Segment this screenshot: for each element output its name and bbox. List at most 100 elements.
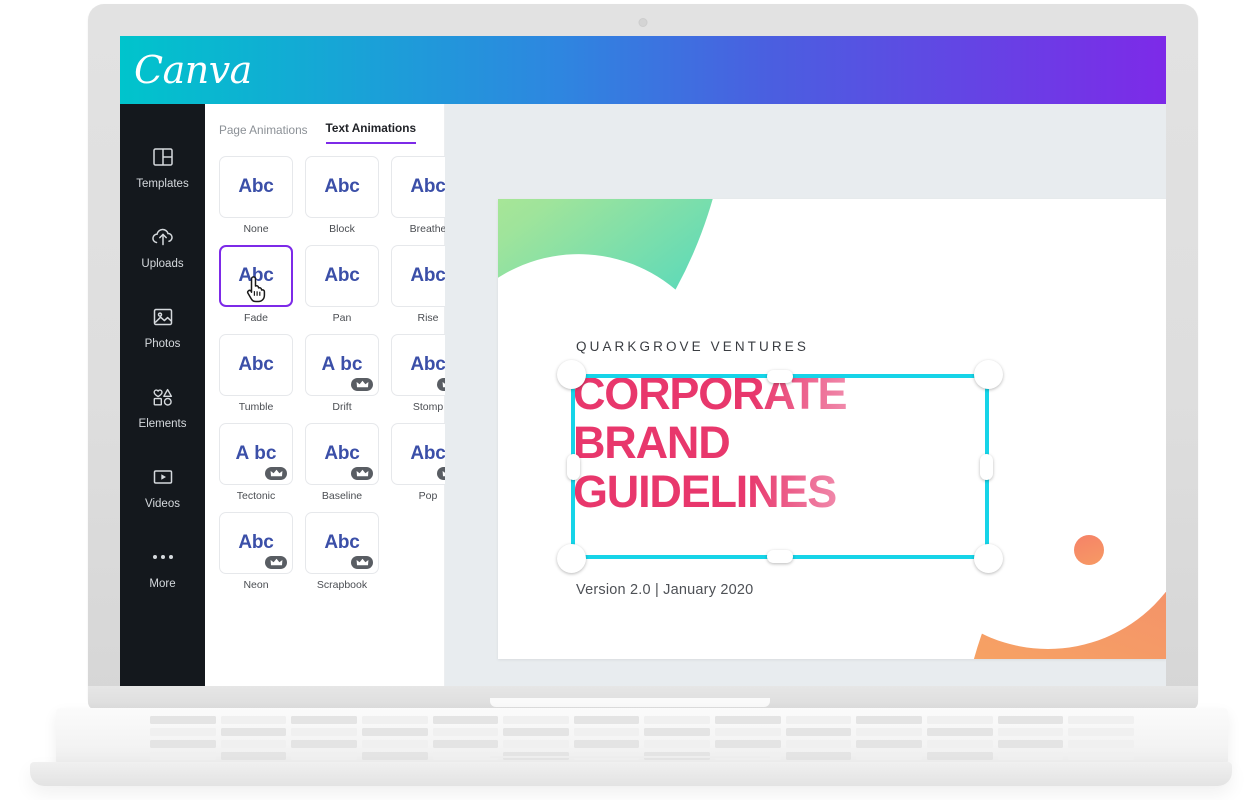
animation-option-pan[interactable]: Abc Pan [305, 245, 379, 324]
animation-preview-text: Abc [410, 265, 446, 286]
resize-handle-top-center[interactable] [767, 370, 793, 383]
sidebar-item-elements[interactable]: Elements [120, 366, 205, 446]
animation-tile[interactable]: Abc [219, 156, 293, 218]
animation-preview-text: Abc [410, 443, 446, 464]
animation-label: Block [329, 223, 355, 235]
sidebar-item-videos[interactable]: Videos [120, 446, 205, 526]
animations-panel: Page Animations Text Animations Abc None… [205, 104, 465, 686]
animation-preview-text: Abc [235, 443, 277, 464]
animation-option-fade[interactable]: Abc Fade [219, 245, 293, 324]
crown-icon [356, 380, 368, 388]
animation-option-block[interactable]: Abc Block [305, 156, 379, 235]
animation-tile[interactable]: Abc [305, 334, 379, 396]
animation-label: Fade [244, 312, 268, 324]
animation-label: Tumble [238, 401, 274, 413]
animation-preview-text: Abc [410, 176, 446, 197]
pro-badge [351, 556, 373, 569]
animation-tile[interactable]: Abc [219, 512, 293, 574]
sidebar-label: Elements [138, 418, 187, 430]
left-sidebar: Templates Uploads Photos Elements Videos… [120, 104, 205, 686]
resize-handle-middle-left[interactable] [567, 453, 580, 480]
animation-option-neon[interactable]: Abc Neon [219, 512, 293, 591]
upload-cloud-icon [150, 222, 176, 252]
video-play-icon [150, 462, 176, 492]
slide-eyebrow-text[interactable]: QUARKGROVE VENTURES [576, 339, 809, 354]
sidebar-item-more[interactable]: More [120, 526, 205, 606]
animation-preview-text: Abc [238, 532, 274, 553]
pro-badge [351, 467, 373, 480]
animation-option-none[interactable]: Abc None [219, 156, 293, 235]
crown-icon [270, 469, 282, 477]
pro-badge [265, 556, 287, 569]
animation-option-tumble[interactable]: Abc Tumble [219, 334, 293, 413]
animation-label: Baseline [321, 490, 363, 502]
animation-preview-text: Abc [238, 354, 274, 375]
animation-preview-text: Abc [324, 176, 360, 197]
resize-handle-top-right[interactable] [974, 360, 1003, 389]
animation-label: Drift [332, 401, 352, 413]
pro-badge [265, 467, 287, 480]
crown-icon [356, 558, 368, 566]
animation-label: Neon [243, 579, 269, 591]
shapes-icon [150, 382, 176, 412]
animation-grid: Abc None Abc Block Abc Breathe Abc Fade … [205, 144, 465, 591]
animation-label: Scrapbook [316, 579, 368, 591]
sidebar-item-uploads[interactable]: Uploads [120, 206, 205, 286]
laptop-foot [30, 762, 1232, 786]
slide-version-text[interactable]: Version 2.0 | January 2020 [576, 582, 753, 598]
animation-tile[interactable]: Abc [305, 156, 379, 218]
animation-option-tectonic[interactable]: Abc Tectonic [219, 423, 293, 502]
laptop-trackpad-edge [490, 756, 770, 758]
sidebar-label: Videos [145, 498, 180, 510]
sidebar-label: Photos [144, 338, 181, 350]
animation-preview-text: Abc [324, 265, 360, 286]
sidebar-label: More [149, 578, 176, 590]
tab-text-animations[interactable]: Text Animations [325, 121, 416, 144]
sidebar-label: Templates [136, 178, 189, 190]
animation-tile-selected[interactable]: Abc [219, 245, 293, 307]
crown-icon [356, 469, 368, 477]
animation-tile[interactable]: Abc [219, 423, 293, 485]
crown-icon [270, 558, 282, 566]
panel-tabs: Page Animations Text Animations [205, 104, 444, 144]
sidebar-item-templates[interactable]: Templates [120, 126, 205, 206]
animation-label: Tectonic [236, 490, 276, 502]
animation-preview-text: Abc [238, 176, 274, 197]
laptop-screen: Canva Templates Uploads Photos Elements … [120, 36, 1166, 686]
editor-workspace: QUARKGROVE VENTURES CORPORATE BRAND GUID… [445, 104, 1166, 686]
resize-handle-top-left[interactable] [557, 360, 586, 389]
animation-option-baseline[interactable]: Abc Baseline [305, 423, 379, 502]
text-selection-frame[interactable] [557, 360, 1003, 573]
pro-badge [351, 378, 373, 391]
decorative-orange-dot [1074, 535, 1104, 565]
animation-preview-text: Abc [324, 532, 360, 553]
resize-handle-middle-right[interactable] [980, 453, 993, 480]
sidebar-label: Uploads [141, 258, 184, 270]
animation-tile[interactable]: Abc [305, 512, 379, 574]
laptop-notch [490, 698, 770, 707]
animation-preview-text: Abc [324, 443, 360, 464]
animation-preview-text: Abc [410, 354, 446, 375]
animation-label: None [243, 223, 269, 235]
tab-page-animations[interactable]: Page Animations [219, 123, 308, 144]
animation-option-drift[interactable]: Abc Drift [305, 334, 379, 413]
resize-handle-bottom-right[interactable] [974, 544, 1003, 573]
animation-preview-text: Abc [321, 354, 363, 375]
screenshot-root: Canva Templates Uploads Photos Elements … [0, 0, 1260, 800]
photo-icon [151, 302, 175, 332]
animation-tile[interactable]: Abc [219, 334, 293, 396]
canva-logo[interactable]: Canva [134, 48, 252, 92]
animation-option-scrapbook[interactable]: Abc Scrapbook [305, 512, 379, 591]
animation-tile[interactable]: Abc [305, 245, 379, 307]
webcam-icon [638, 18, 648, 27]
app-header: Canva [120, 36, 1166, 104]
animation-preview-text: Abc [238, 265, 274, 286]
sidebar-item-photos[interactable]: Photos [120, 286, 205, 366]
design-canvas-slide[interactable]: QUARKGROVE VENTURES CORPORATE BRAND GUID… [498, 199, 1166, 659]
animation-tile[interactable]: Abc [305, 423, 379, 485]
resize-handle-bottom-left[interactable] [557, 544, 586, 573]
templates-icon [151, 142, 175, 172]
resize-handle-bottom-center[interactable] [767, 550, 793, 563]
more-dots-icon [152, 542, 173, 572]
animation-label: Pan [332, 312, 352, 324]
